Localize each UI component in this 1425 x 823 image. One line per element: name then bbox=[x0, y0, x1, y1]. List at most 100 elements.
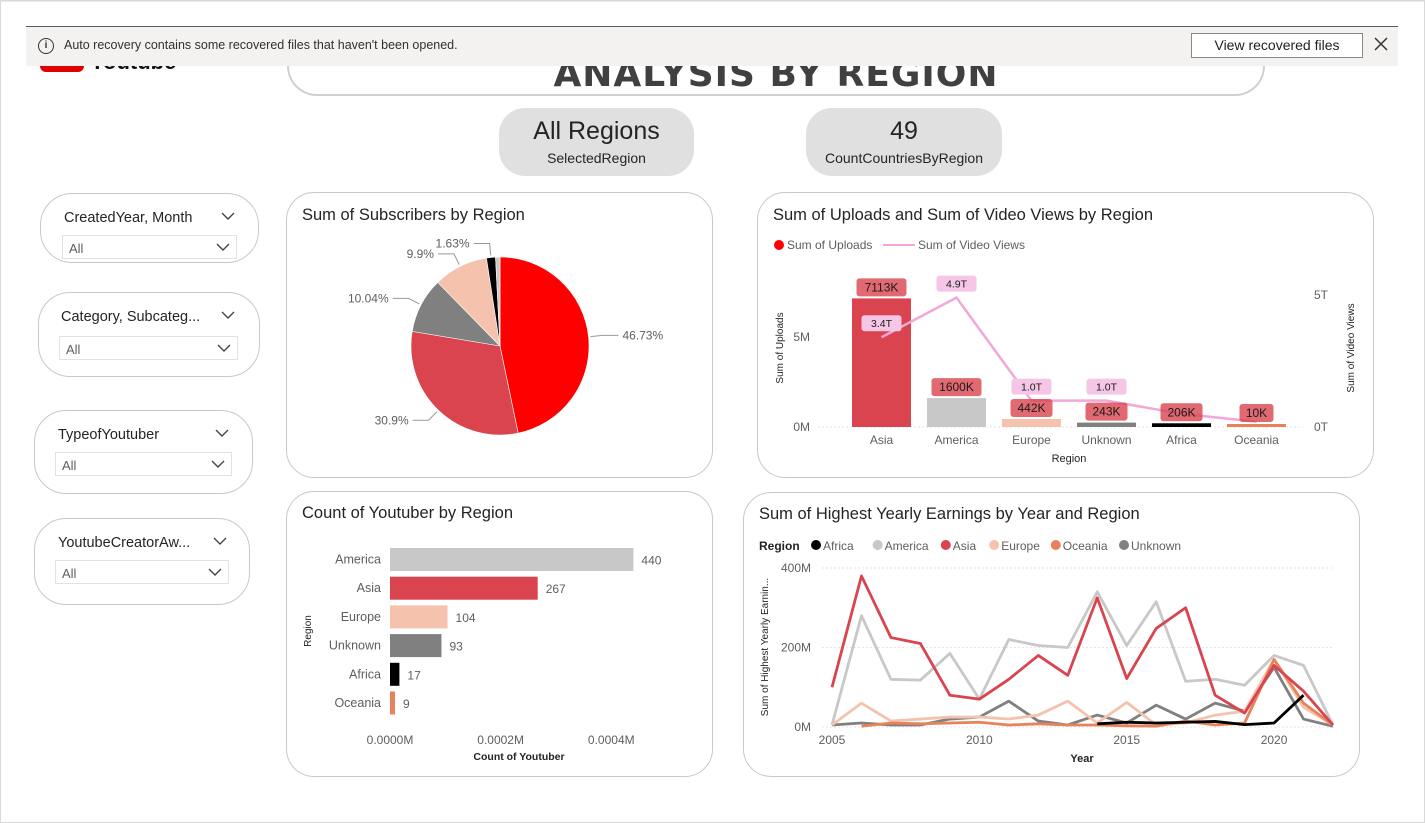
line-series-asia bbox=[830, 574, 1335, 726]
pie-data-label: 46.73% bbox=[622, 328, 663, 342]
y2-axis-title: Sum of Video Views bbox=[1346, 303, 1357, 392]
slicer-value: All bbox=[66, 342, 81, 357]
y-tick-label: 200M bbox=[781, 641, 811, 655]
category-label: Europe bbox=[341, 610, 381, 624]
subscribers-by-region-panel: Sum of Subscribers by Region 46.73% 30.9%… bbox=[286, 192, 713, 478]
uploads-views-panel: Sum of Uploads and Sum of Video Views by… bbox=[757, 192, 1374, 478]
y-tick-label: 5M bbox=[793, 330, 810, 344]
legend-label-europe: Europe bbox=[1001, 539, 1040, 553]
legend-label-america: America bbox=[885, 539, 929, 553]
legend-label-asia: Asia bbox=[953, 539, 977, 553]
pie-data-label: 10.04% bbox=[348, 291, 389, 305]
legend-marker-unknown bbox=[1119, 540, 1129, 550]
category-label: Unknown bbox=[329, 639, 381, 653]
y-tick-label: 400M bbox=[781, 561, 811, 575]
bar-count-asia bbox=[390, 576, 538, 600]
slicer-value: All bbox=[62, 566, 77, 581]
notification-message: Auto recovery contains some recovered fi… bbox=[64, 38, 458, 52]
pie-slice-asia bbox=[499, 256, 590, 434]
x-axis-title: Year bbox=[1070, 753, 1094, 765]
category-label: Africa bbox=[349, 667, 381, 681]
legend-marker-africa bbox=[811, 540, 821, 550]
bar-data-label: 267 bbox=[546, 582, 566, 596]
x-axis-title: Region bbox=[1052, 453, 1087, 465]
y-axis-title: Sum of Highest Yearly Earnin... bbox=[760, 578, 771, 716]
x-axis-title: Count of Youtuber bbox=[473, 751, 564, 763]
y-axis-title: Region bbox=[303, 615, 314, 647]
youtube-logo-icon bbox=[40, 66, 84, 72]
bar-data-label: 243K bbox=[1092, 405, 1120, 419]
x-tick-label: 2010 bbox=[966, 733, 993, 747]
y2-tick-label: 5T bbox=[1314, 288, 1329, 302]
x-tick-label: Africa bbox=[1166, 433, 1197, 447]
pie-data-label: 30.9% bbox=[375, 413, 409, 427]
selected-region-card: All Regions SelectedRegion bbox=[499, 108, 694, 176]
slicer-title: TypeofYoutuber bbox=[58, 427, 160, 443]
line-series-america bbox=[830, 590, 1335, 726]
slicer-dropdown[interactable]: All bbox=[55, 560, 229, 584]
chevron-down-icon bbox=[217, 344, 231, 352]
x-tick-label: 0.0002M bbox=[477, 733, 524, 747]
category-label: America bbox=[335, 553, 381, 567]
count-countries-value: 49 bbox=[890, 117, 918, 145]
slicer-value: All bbox=[69, 241, 84, 256]
uploads-views-combo-chart: Sum of Uploads Sum of Video Views Sum of U… bbox=[774, 238, 1357, 465]
count-countries-card: 49 CountCountriesByRegion bbox=[806, 108, 1002, 176]
bar-count-africa bbox=[390, 662, 400, 686]
pie-data-label: 9.9% bbox=[407, 247, 435, 261]
pie-data-label: 1.63% bbox=[436, 237, 470, 251]
x-tick-label: Asia bbox=[870, 433, 894, 447]
y-tick-label: 0M bbox=[793, 420, 810, 434]
bar-count-unknown bbox=[390, 634, 442, 658]
slicer-dropdown[interactable]: All bbox=[62, 235, 237, 259]
earnings-panel: Sum of Highest Yearly Earnings by Year a… bbox=[743, 492, 1360, 777]
legend-marker-asia bbox=[940, 540, 951, 550]
legend-label-video-views: Sum of Video Views bbox=[918, 238, 1025, 252]
chevron-down-icon bbox=[208, 568, 222, 576]
line-data-label: 1.0T bbox=[1021, 382, 1043, 394]
bar-count-europe bbox=[390, 605, 448, 629]
y-tick-label: 0M bbox=[794, 720, 811, 734]
subscribers-pie-chart: 46.73% 30.9% 10.04% 9.9%1.63% bbox=[348, 237, 663, 436]
chevron-down-icon[interactable] bbox=[221, 311, 235, 319]
x-tick-label: Unknown bbox=[1081, 433, 1131, 447]
x-tick-label: 0.0000M bbox=[367, 733, 414, 747]
bar-uploads-unknown bbox=[1077, 422, 1136, 427]
bar-data-label: 440 bbox=[641, 554, 661, 568]
chevron-down-icon[interactable] bbox=[221, 212, 235, 220]
x-tick-label: 2020 bbox=[1261, 733, 1288, 747]
close-icon[interactable] bbox=[1372, 35, 1390, 53]
slicer-title: CreatedYear, Month bbox=[64, 210, 193, 226]
chevron-down-icon[interactable] bbox=[213, 537, 227, 545]
category-label: Asia bbox=[357, 581, 381, 595]
view-recovered-files-button[interactable]: View recovered files bbox=[1191, 33, 1363, 58]
legend-title: Region bbox=[759, 539, 800, 553]
bar-uploads-oceania bbox=[1227, 424, 1286, 427]
x-tick-label: 2015 bbox=[1113, 733, 1140, 747]
bar-data-label: 9 bbox=[403, 697, 410, 711]
pie-leader-line bbox=[412, 411, 438, 421]
chevron-down-icon bbox=[216, 243, 230, 251]
x-tick-label: America bbox=[934, 433, 978, 447]
legend-label-africa: Africa bbox=[823, 539, 854, 553]
count-youtuber-bar-chart: America 440 Asia 267 Europe 104 Unknown 93 Afric… bbox=[303, 548, 662, 763]
bar-count-oceania bbox=[390, 691, 395, 715]
pie-leader-line bbox=[473, 243, 492, 256]
bar-data-label: 93 bbox=[449, 640, 463, 654]
line-data-label: 3.4T bbox=[871, 318, 893, 330]
slicer-category-subcategory: Category, Subcateg... All bbox=[38, 292, 260, 377]
slicer-dropdown[interactable]: All bbox=[55, 452, 232, 476]
slicer-title: Category, Subcateg... bbox=[61, 309, 201, 325]
chevron-down-icon[interactable] bbox=[215, 429, 229, 437]
category-label: Oceania bbox=[334, 696, 381, 710]
bar-uploads-america bbox=[927, 398, 986, 427]
bar-uploads-africa bbox=[1152, 423, 1211, 427]
slicer-dropdown[interactable]: All bbox=[59, 336, 238, 360]
bar-data-label: 442K bbox=[1017, 401, 1045, 415]
legend-marker-uploads bbox=[774, 240, 784, 250]
bar-data-label: 1600K bbox=[939, 380, 974, 394]
pie-leader-line bbox=[590, 334, 619, 338]
bar-data-label: 104 bbox=[456, 611, 476, 625]
selected-region-value: All Regions bbox=[533, 117, 660, 145]
legend-marker-oceania bbox=[1050, 540, 1061, 550]
